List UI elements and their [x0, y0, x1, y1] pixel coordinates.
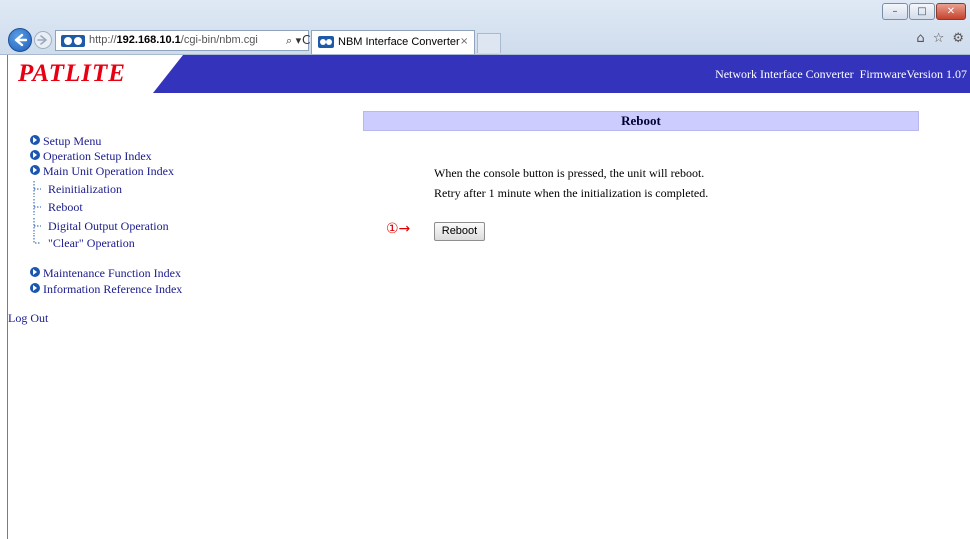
menu-label: Setup Menu — [43, 134, 102, 148]
gear-icon[interactable]: ⚙ — [952, 31, 964, 46]
callout-marker: ①→ — [386, 221, 411, 237]
minimize-button[interactable]: – — [882, 3, 908, 20]
close-icon: ✕ — [946, 6, 956, 17]
tab-title: NBM Interface Converter — [338, 36, 460, 48]
menu-item-information-reference-index[interactable]: Information Reference Index — [30, 281, 182, 297]
arrow-circle-icon — [30, 165, 40, 175]
menu-subitem-reinitialization[interactable]: Reinitialization — [30, 181, 122, 197]
tab-nbm[interactable]: NBM Interface Converter × — [311, 30, 475, 54]
browser-chrome: – □ ✕ http://192.168.10.1/cgi-bin/nbm.cg… — [0, 0, 970, 55]
tree-branch-icon — [33, 218, 41, 234]
arrow-circle-icon — [30, 267, 40, 277]
url-host: 192.168.10.1 — [116, 34, 181, 46]
menu-label: "Clear" Operation — [48, 236, 135, 250]
page-left-border — [7, 55, 8, 539]
tab-close-icon[interactable]: × — [460, 36, 468, 47]
arrow-circle-icon — [30, 135, 40, 145]
reboot-button[interactable]: Reboot — [434, 222, 485, 241]
tree-branch-icon — [33, 181, 41, 197]
log-out-link[interactable]: Log Out — [8, 310, 48, 326]
url-text[interactable]: http://192.168.10.1/cgi-bin/nbm.cgi — [89, 34, 258, 46]
menu-item-main-unit-operation-index[interactable]: Main Unit Operation Index — [30, 163, 174, 179]
menu-label: Reboot — [48, 200, 83, 214]
refresh-icon[interactable]: C — [302, 33, 310, 47]
patlite-logo: PATLITE — [18, 60, 126, 87]
menu-label: Operation Setup Index — [43, 149, 152, 163]
star-icon[interactable]: ☆ — [933, 31, 945, 46]
tree-end-icon — [33, 235, 41, 244]
forward-button[interactable] — [34, 31, 52, 49]
menu-item-maintenance-function-index[interactable]: Maintenance Function Index — [30, 265, 181, 281]
logo-area: PATLITE — [8, 55, 183, 93]
product-name: Network Interface Converter — [715, 67, 854, 81]
retry-note: Retry after 1 minute when the initializa… — [434, 186, 709, 200]
menu-label: Log Out — [8, 311, 49, 325]
address-bar[interactable]: http://192.168.10.1/cgi-bin/nbm.cgi ⌕ ▾ … — [55, 30, 310, 51]
firmware-version: FirmwareVersion 1.07 — [859, 67, 967, 81]
arrow-circle-icon — [30, 283, 40, 293]
menu-label: Main Unit Operation Index — [43, 164, 174, 178]
tree-branch-icon — [33, 199, 41, 215]
toolbar-icons: ⌂ ☆ ⚙ — [916, 31, 964, 46]
maximize-button[interactable]: □ — [909, 3, 935, 20]
menu-subitem-clear-operation[interactable]: "Clear" Operation — [30, 235, 135, 251]
firmware-info: Network Interface Converter FirmwareVersi… — [715, 67, 967, 82]
menu-item-operation-setup-index[interactable]: Operation Setup Index — [30, 148, 152, 164]
menu-label: Reinitialization — [48, 182, 122, 196]
search-dropdown-icon[interactable]: ⌕ ▾ — [286, 34, 301, 48]
menu-subitem-reboot[interactable]: Reboot — [30, 199, 83, 215]
forward-arrow-icon — [37, 35, 47, 45]
menu-label: Digital Output Operation — [48, 219, 169, 233]
new-tab-button[interactable] — [477, 33, 501, 53]
menu-subitem-digital-output-operation[interactable]: Digital Output Operation — [30, 218, 169, 234]
back-button[interactable] — [8, 28, 32, 52]
home-icon[interactable]: ⌂ — [916, 31, 924, 46]
header-banner: PATLITE Network Interface Converter Firmw… — [8, 55, 970, 93]
url-path: /cgi-bin/nbm.cgi — [180, 34, 258, 46]
close-window-button[interactable]: ✕ — [936, 3, 966, 20]
site-favicon-icon — [61, 35, 85, 47]
back-arrow-icon — [14, 33, 27, 47]
maximize-icon: □ — [917, 6, 927, 17]
minimize-icon: – — [892, 6, 898, 17]
menu-label: Information Reference Index — [43, 282, 183, 296]
arrow-circle-icon — [30, 150, 40, 160]
page-title: Reboot — [363, 111, 919, 131]
tab-favicon-icon — [318, 36, 334, 48]
reboot-description: When the console button is pressed, the … — [434, 166, 705, 180]
menu-label: Maintenance Function Index — [43, 266, 181, 280]
menu-item-setup-menu[interactable]: Setup Menu — [30, 133, 101, 149]
window-controls: – □ ✕ — [882, 3, 966, 20]
